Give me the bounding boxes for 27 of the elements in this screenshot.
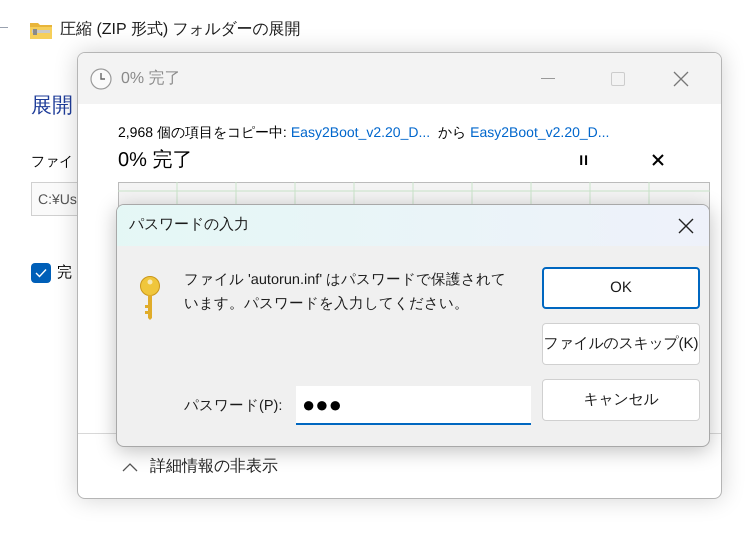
close-icon: [673, 70, 689, 86]
page-heading: 展開: [31, 93, 73, 119]
checkbox-label: 完: [57, 263, 72, 283]
window-title: 0% 完了: [121, 68, 181, 88]
chevron-up-icon[interactable]: [122, 462, 138, 472]
status-text: から: [438, 123, 466, 142]
status-text: 2,968 個の項目をコピー中:: [118, 123, 287, 142]
dialog-button[interactable]: ファイルのスキップ(K): [542, 323, 700, 365]
key-icon: [138, 276, 162, 320]
check-icon: [35, 268, 47, 278]
source-link[interactable]: Easy2Boot_v2.20_D...: [290, 122, 430, 143]
destination-link[interactable]: Easy2Boot_v2.20_D...: [470, 122, 610, 143]
password-field[interactable]: ●●●: [296, 386, 531, 425]
details-toggle[interactable]: 詳細情報の非表示: [150, 455, 278, 479]
progress-percent: 0% 完了: [118, 148, 192, 173]
dialog-button[interactable]: キャンセル: [542, 379, 700, 421]
close-icon: [678, 218, 694, 234]
pause-button[interactable]: II: [579, 150, 589, 170]
dialog-message: ファイル 'autorun.inf' はパスワードで保護されています。パスワードを入力してください。: [184, 271, 508, 314]
checkbox[interactable]: [31, 263, 51, 284]
dialog-button[interactable]: OK: [542, 267, 700, 309]
dialog-title: パスワードの入力: [129, 215, 249, 236]
window-title: 圧縮 (ZIP 形式) フォルダーの展開: [60, 20, 301, 40]
password-label: パスワード(P):: [184, 397, 282, 416]
clock-icon: [90, 68, 112, 90]
zip-folder-icon: [30, 21, 52, 39]
field-label: ファイ: [31, 152, 73, 171]
